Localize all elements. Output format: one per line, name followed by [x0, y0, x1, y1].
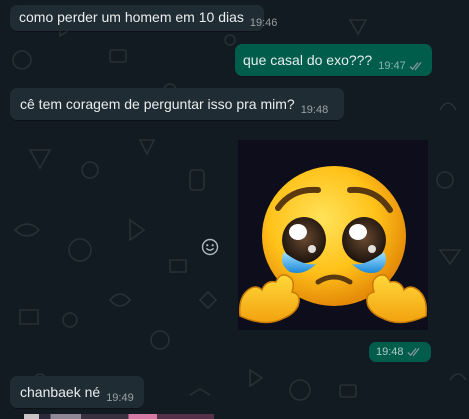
double-check-icon: [409, 62, 422, 71]
message-time: 19:46: [249, 17, 278, 29]
message-bubble-incoming[interactable]: cê tem coragem de perguntar isso pra mim…: [10, 88, 344, 120]
message-bubble-incoming[interactable]: chanbaek né 19:49: [10, 376, 144, 408]
double-check-icon: [407, 348, 420, 357]
pleading-face-sticker[interactable]: [238, 140, 428, 330]
message-time: 19:48: [300, 104, 329, 116]
media-preview-partial[interactable]: [24, 414, 214, 419]
message-bubble-outgoing[interactable]: que casal do exo??? 19:47: [235, 44, 432, 76]
chat-panel: como perder um homem em 10 dias 19:46 que…: [0, 0, 469, 419]
message-text: como perder um homem em 10 dias: [19, 9, 244, 25]
message-text: cê tem coragem de perguntar isso pra mim…: [20, 96, 295, 112]
message-text: que casal do exo???: [243, 52, 373, 68]
sticker-time-chip: 19:48: [369, 342, 431, 362]
message-text: chanbaek né: [20, 384, 101, 400]
message-bubble-incoming[interactable]: como perder um homem em 10 dias 19:46: [10, 5, 277, 31]
message-time: 19:49: [106, 392, 134, 404]
message-time: 19:47: [378, 57, 424, 75]
message-time: 19:48: [376, 346, 404, 358]
smiley-icon[interactable]: [200, 237, 220, 257]
